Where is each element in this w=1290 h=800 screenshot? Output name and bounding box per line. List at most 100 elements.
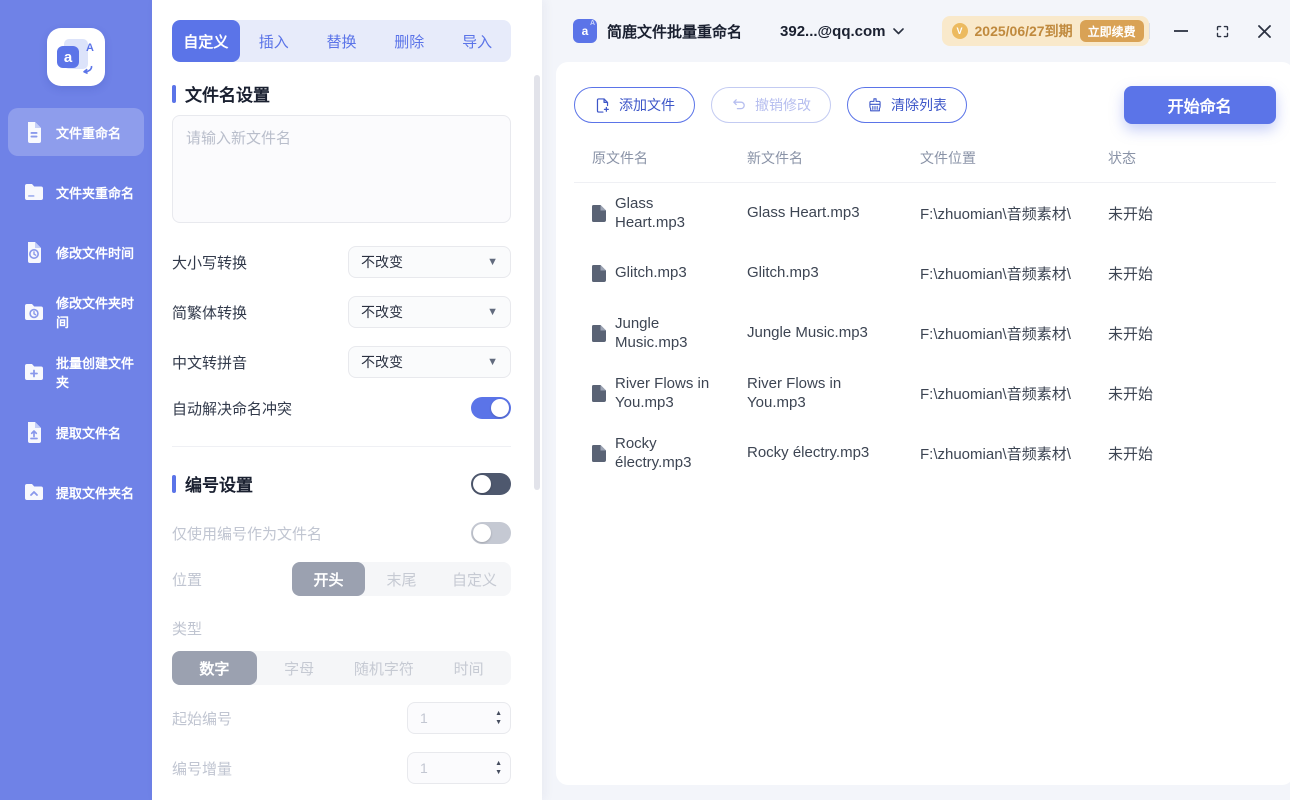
sidebar-item-file-rename[interactable]: 文件重命名 [8, 108, 144, 156]
sidebar-item-file-time[interactable]: 修改文件时间 [8, 228, 144, 276]
status-text: 未开始 [1108, 445, 1154, 463]
chevron-down-icon: ▼ [487, 256, 498, 268]
position-segmented-control: 开头 末尾 自定义 [292, 562, 511, 596]
table-row[interactable]: River Flows in You.mp3 River Flows in Yo… [574, 363, 1276, 423]
titlebar-separator [1148, 23, 1150, 39]
file-icon [592, 384, 606, 402]
col-status: 状态 [1108, 150, 1136, 166]
add-files-label: 添加文件 [619, 97, 675, 113]
numbering-toggle[interactable] [471, 472, 511, 495]
tab-delete[interactable]: 删除 [375, 20, 443, 62]
type-segmented-control: 数字 字母 随机字符 时间 [172, 651, 511, 685]
case-convert-label: 大小写转换 [172, 254, 248, 272]
type-option-letter[interactable]: 字母 [257, 651, 342, 685]
main-area: a A 简鹿文件批量重命名 392...@qq.com V 2025/06/27… [542, 0, 1290, 800]
mode-tabbar: 自定义 插入 替换 删除 导入 [172, 20, 511, 62]
type-option-random[interactable]: 随机字符 [342, 651, 427, 685]
renew-button[interactable]: 立即续费 [1079, 20, 1144, 42]
file-location: F:\zhuomian\音频素材\ [920, 325, 1071, 343]
start-number-label: 起始编号 [172, 710, 233, 728]
new-filename: Rocky électry.mp3 [747, 444, 870, 462]
logo-letter: a [57, 46, 79, 68]
undo-label: 撤销修改 [755, 97, 811, 113]
increment-stepper[interactable]: 1 ▲ ▼ [407, 752, 511, 784]
original-filename: Rocky électry.mp3 [615, 434, 692, 472]
sidebar-item-extract-foldernames[interactable]: 提取文件夹名 [8, 468, 144, 516]
position-label: 位置 [172, 571, 203, 589]
table-header: 原文件名 新文件名 文件位置 状态 [574, 148, 1276, 183]
type-option-time[interactable]: 时间 [426, 651, 511, 685]
original-filename: Glitch.mp3 [615, 264, 687, 282]
conflict-resolve-toggle[interactable] [471, 397, 511, 419]
minimize-button[interactable] [1172, 22, 1190, 40]
start-number-stepper[interactable]: 1 ▲ ▼ [407, 702, 511, 734]
toolbar: 添加文件 撤销修改 清除列表 开始命名 [574, 86, 1276, 124]
sidebar-item-label: 文件重命名 [56, 125, 122, 141]
file-location: F:\zhuomian\音频素材\ [920, 205, 1071, 223]
increment-value: 1 [420, 760, 428, 776]
new-filename: Jungle Music.mp3 [747, 324, 868, 342]
new-filename-input[interactable] [172, 115, 511, 223]
app-title: 简鹿文件批量重命名 [607, 23, 743, 41]
pinyin-convert-select[interactable]: 不改变 ▼ [348, 346, 511, 378]
traditional-convert-select[interactable]: 不改变 ▼ [348, 296, 511, 328]
table-row[interactable]: Glitch.mp3 Glitch.mp3 F:\zhuomian\音频素材\ … [574, 243, 1276, 303]
only-number-toggle[interactable] [471, 522, 511, 544]
new-filename: Glitch.mp3 [747, 264, 819, 282]
status-text: 未开始 [1108, 205, 1154, 223]
file-location: F:\zhuomian\音频素材\ [920, 445, 1071, 463]
stepper-arrows-icon[interactable]: ▲ ▼ [495, 760, 502, 776]
type-option-number[interactable]: 数字 [172, 651, 257, 685]
new-filename: River Flows in You.mp3 [747, 374, 842, 412]
case-convert-value: 不改变 [361, 254, 403, 270]
sidebar-item-label: 提取文件夹名 [56, 485, 135, 501]
type-label: 类型 [172, 621, 203, 638]
table-row[interactable]: Rocky électry.mp3 Rocky électry.mp3 F:\z… [574, 423, 1276, 483]
app-titlebar-icon: a A [573, 19, 597, 43]
folder-plus-icon [25, 364, 43, 380]
start-rename-button[interactable]: 开始命名 [1123, 86, 1276, 124]
sidebar-item-folder-rename[interactable]: 文件夹重命名 [8, 168, 144, 216]
tab-insert[interactable]: 插入 [240, 20, 308, 62]
folder-export-icon [25, 484, 43, 500]
position-option-end[interactable]: 末尾 [365, 562, 438, 596]
only-number-label: 仅使用编号作为文件名 [172, 525, 323, 543]
original-filename: Jungle Music.mp3 [615, 314, 688, 352]
case-convert-select[interactable]: 不改变 ▼ [348, 246, 511, 278]
filename-section-title: 文件名设置 [185, 86, 270, 105]
chevron-down-icon: ▼ [487, 306, 498, 318]
stepper-arrows-icon[interactable]: ▲ ▼ [495, 710, 502, 726]
position-option-custom[interactable]: 自定义 [438, 562, 511, 596]
close-button[interactable] [1256, 22, 1274, 40]
folder-icon [25, 184, 43, 200]
chevron-down-icon: ▼ [487, 356, 498, 368]
account-email: 392...@qq.com [780, 22, 886, 40]
tab-replace[interactable]: 替换 [308, 20, 376, 62]
original-filename: Glass Heart.mp3 [615, 194, 686, 232]
table-row[interactable]: Glass Heart.mp3 Glass Heart.mp3 F:\zhuom… [574, 183, 1276, 243]
sidebar-item-extract-filenames[interactable]: 提取文件名 [8, 408, 144, 456]
file-clock-icon [28, 242, 41, 263]
file-icon [592, 324, 606, 342]
start-number-value: 1 [420, 710, 428, 726]
sidebar-item-create-folders[interactable]: 批量创建文件夹 [8, 348, 144, 396]
numbering-section-title: 编号设置 [185, 476, 253, 495]
app-logo: a A [47, 28, 105, 86]
panel-scrollbar[interactable] [534, 75, 540, 490]
col-location: 文件位置 [920, 150, 976, 166]
clear-list-button[interactable]: 清除列表 [847, 87, 967, 123]
sidebar-item-label: 修改文件时间 [56, 245, 135, 261]
tab-import[interactable]: 导入 [443, 20, 511, 62]
sidebar-item-label: 提取文件名 [56, 425, 122, 441]
tab-custom[interactable]: 自定义 [172, 20, 240, 62]
license-expiry-text: 2025/06/27到期 [974, 23, 1073, 39]
account-menu[interactable]: 392...@qq.com [780, 23, 904, 40]
position-option-start[interactable]: 开头 [292, 562, 365, 596]
sidebar-item-folder-time[interactable]: 修改文件夹时间 [8, 288, 144, 336]
table-row[interactable]: Jungle Music.mp3 Jungle Music.mp3 F:\zhu… [574, 303, 1276, 363]
window-controls [1148, 22, 1274, 40]
maximize-button[interactable] [1214, 22, 1232, 40]
add-files-button[interactable]: 添加文件 [574, 87, 695, 123]
undo-button[interactable]: 撤销修改 [711, 87, 831, 123]
new-filename: Glass Heart.mp3 [747, 204, 860, 222]
